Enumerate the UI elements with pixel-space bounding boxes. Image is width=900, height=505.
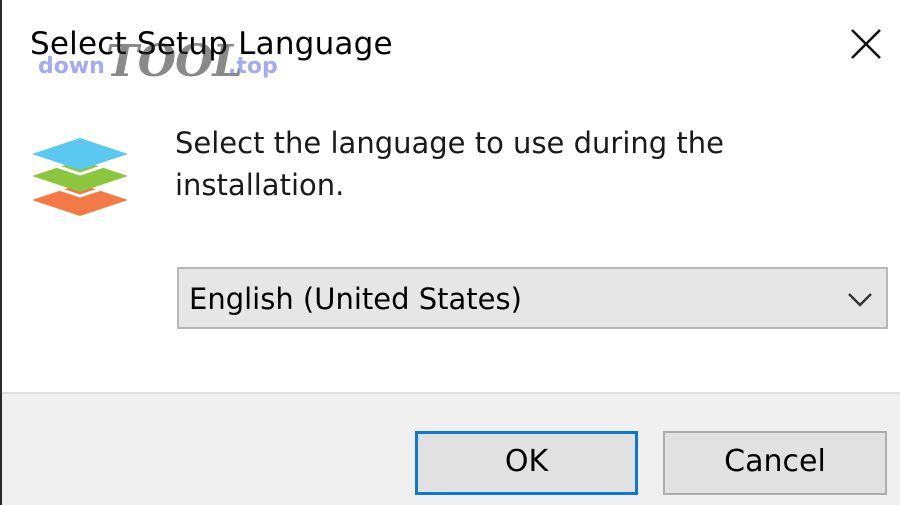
dialog-content: Select the language to use during the in… <box>2 100 900 392</box>
language-select[interactable]: English (United States) <box>177 267 888 329</box>
ok-button[interactable]: OK <box>415 431 638 495</box>
layers-icon <box>31 138 129 216</box>
window-title: Select Setup Language <box>30 26 393 62</box>
close-button[interactable] <box>844 22 888 66</box>
chevron-down-icon <box>848 293 872 307</box>
cancel-button[interactable]: Cancel <box>663 431 887 495</box>
language-select-value: English (United States) <box>189 282 522 316</box>
instruction-text: Select the language to use during the in… <box>175 126 724 202</box>
button-bar: OK Cancel <box>2 392 900 505</box>
setup-language-dialog: Select Setup Language down TOOL .top Sel… <box>0 0 900 505</box>
close-icon <box>851 29 881 59</box>
title-bar: Select Setup Language down TOOL .top <box>2 0 900 100</box>
